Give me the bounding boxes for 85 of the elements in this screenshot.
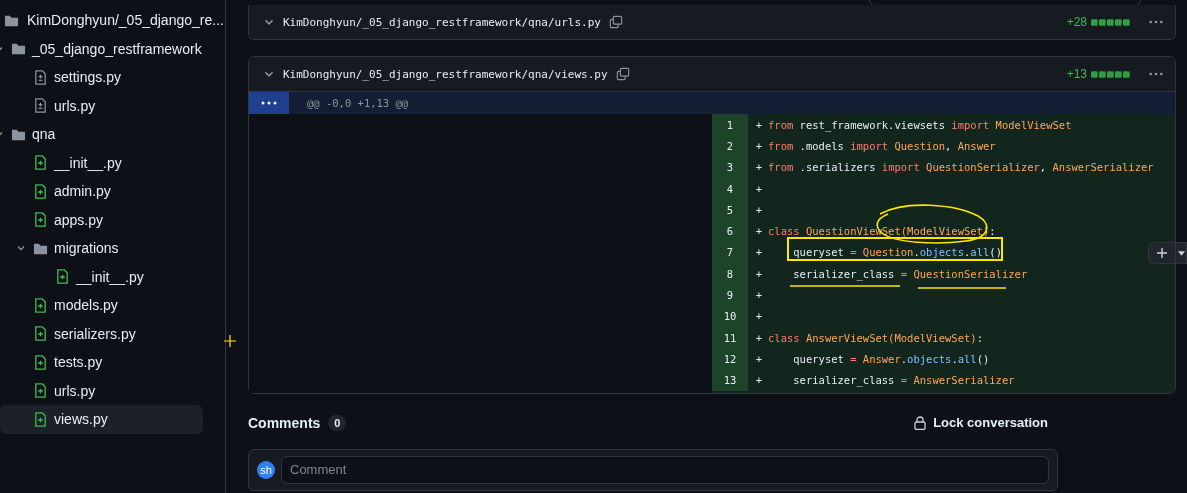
line-number: 12 [712, 348, 748, 370]
line-number: 9 [712, 284, 748, 306]
file-diff-icon [33, 69, 48, 85]
diff-marker: + [754, 310, 764, 323]
copy-icon[interactable] [615, 67, 630, 81]
comments-title: Comments [248, 414, 321, 431]
expand-button[interactable] [249, 92, 289, 114]
line-number: 2 [712, 135, 748, 157]
plus-icon [1156, 247, 1168, 259]
comment-count: 0 [328, 414, 347, 431]
diff-marker: + [754, 352, 764, 365]
tree-item[interactable]: urls.py [0, 91, 203, 120]
code-line: queryset = Answer.objects.all() [792, 352, 990, 365]
code-line: serializer_class = AnswerSerializer [792, 374, 1015, 387]
tree-item[interactable]: views.py [0, 405, 203, 434]
avatar: sh [257, 460, 275, 479]
line-number: 1 [712, 114, 748, 136]
diff-marker: + [754, 118, 764, 131]
more-icon [261, 101, 277, 105]
lock-icon [914, 415, 927, 430]
tree-item[interactable]: admin.py [0, 177, 203, 206]
comment-field[interactable]: Comment [281, 455, 1049, 484]
diffstat-drawing [1091, 69, 1131, 79]
copy-icon[interactable] [608, 15, 623, 29]
caret-icon [1177, 250, 1185, 256]
file-added-icon [33, 155, 48, 171]
line-number: 4 [712, 177, 748, 200]
tree-item[interactable]: __init__.py [0, 262, 203, 291]
line-number: 13 [712, 369, 748, 391]
tree-item[interactable]: tests.py [0, 348, 203, 377]
tree-item[interactable]: models.py [0, 291, 203, 320]
diff-marker: + [754, 267, 764, 280]
file-added-icon [33, 383, 48, 399]
tree-item[interactable]: serializers.py [0, 319, 203, 348]
file-added-icon [33, 212, 48, 228]
diff-marker: + [754, 139, 764, 152]
code-line: serializer_class = QuestionSerializer [792, 267, 1028, 280]
diff-marker: + [754, 203, 764, 216]
file-path: KimDonghyun/_05_django_restframework/qna/urls.py [283, 15, 601, 29]
diff-marker: + [754, 289, 764, 301]
additions-count: +28 [1066, 15, 1087, 29]
diff-marker: + [754, 225, 764, 238]
tree-root-label[interactable]: KimDonghyun/_05_django_re... [27, 12, 224, 29]
diff-marker: + [754, 182, 764, 195]
file-added-icon [33, 183, 48, 199]
code-line: from rest_framework.viewsets import ModelViewSet [768, 118, 1072, 131]
tree-item[interactable]: __init__.py [0, 148, 203, 177]
file-added-icon [33, 326, 48, 342]
diff-marker: + [754, 161, 764, 174]
folder-icon [11, 41, 26, 57]
diff-marker: + [754, 246, 764, 259]
file-added-icon [55, 269, 70, 285]
tree-item[interactable]: urls.py [0, 376, 203, 405]
lock-conversation-button[interactable]: Lock conversation [914, 415, 1048, 431]
file-added-icon [33, 411, 48, 427]
dropdown-button[interactable] [1176, 242, 1187, 264]
file-added-icon [33, 354, 48, 370]
more-icon[interactable] [1149, 72, 1163, 76]
diff-marker: + [754, 331, 764, 344]
tree-item[interactable]: settings.py [0, 63, 203, 92]
line-number: 5 [712, 199, 748, 221]
diff-marker: + [754, 374, 764, 387]
line-number: 3 [712, 156, 748, 178]
file-added-icon [33, 297, 48, 313]
additions-count: +13 [1066, 67, 1087, 81]
line-number: 6 [712, 220, 748, 242]
more-icon[interactable] [1149, 20, 1163, 24]
tree-item[interactable]: migrations [0, 234, 203, 263]
tree-item[interactable]: qna [0, 120, 203, 149]
file-diff-icon [33, 98, 48, 114]
crosshair-cursor-icon [224, 335, 236, 347]
line-number: 7 [712, 241, 748, 264]
tree-item[interactable]: _05_django_restframework [0, 34, 203, 63]
code-line: class AnswerViewSet(ModelViewSet): [768, 331, 983, 344]
line-number: 11 [712, 326, 748, 349]
code-line: from .models import Question, Answer [768, 139, 996, 152]
code-line: from .serializers import QuestionSerializer, AnswerSerializer [768, 161, 1154, 174]
file-path: KimDonghyun/_05_django_restframework/qna/views.py [283, 67, 608, 81]
hunk-header: @@ -0,0 +1,13 @@ [307, 97, 409, 109]
line-number: 8 [712, 263, 748, 285]
line-number: 10 [712, 305, 748, 327]
add-comment-button[interactable] [1148, 242, 1176, 264]
code-line: queryset = Question.objects.all() [792, 246, 1002, 259]
diffstat-drawing [1091, 17, 1131, 27]
tree-item[interactable]: apps.py [0, 205, 203, 234]
